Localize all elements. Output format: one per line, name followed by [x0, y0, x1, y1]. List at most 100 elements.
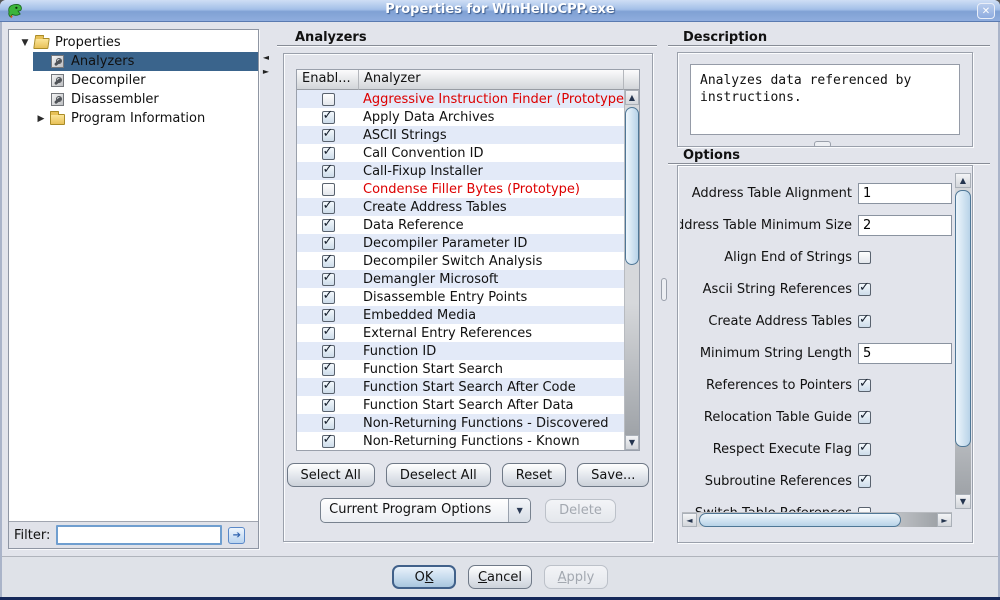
scroll-up-icon[interactable]: ▲	[625, 90, 639, 105]
tree-node[interactable]: ▶ Program Information	[9, 109, 258, 128]
reset-button[interactable]: Reset	[502, 463, 566, 487]
table-scroll-thumb[interactable]	[625, 107, 639, 265]
description-panel: Description Analyzes data referenced by …	[668, 30, 990, 147]
analyzer-row[interactable]: Disassemble Entry Points	[297, 288, 624, 306]
options-scroll-track[interactable]	[955, 188, 971, 494]
save-button[interactable]: Save...	[577, 463, 649, 487]
analyzer-row[interactable]: Demangler Microsoft	[297, 270, 624, 288]
analyzer-enabled-checkbox[interactable]	[322, 129, 335, 142]
tree-expanded-icon[interactable]: ▼	[17, 38, 33, 48]
filter-config-icon[interactable]: ➔	[228, 527, 245, 544]
analyzer-enabled-checkbox[interactable]	[322, 309, 335, 322]
analyzer-row[interactable]: Function ID	[297, 342, 624, 360]
analyzer-enabled-checkbox[interactable]	[322, 147, 335, 160]
analyzer-row[interactable]: Function Start Search After Code	[297, 378, 624, 396]
analyzer-row[interactable]: ASCII Strings	[297, 126, 624, 144]
analyzer-row[interactable]: Call-Fixup Installer	[297, 162, 624, 180]
analyzer-enabled-checkbox[interactable]	[322, 111, 335, 124]
close-icon[interactable]: ✕	[977, 3, 995, 19]
option-checkbox[interactable]	[858, 379, 871, 392]
tree-node[interactable]: ▼ Properties	[9, 33, 258, 52]
option-checkbox[interactable]	[858, 315, 871, 328]
analyzer-row[interactable]: Call Convention ID	[297, 144, 624, 162]
column-header-analyzer[interactable]: Analyzer	[359, 70, 624, 90]
analyzer-row[interactable]: Aggressive Instruction Finder (Prototype…	[297, 90, 624, 108]
analyzer-enabled-checkbox[interactable]	[322, 165, 335, 178]
tree-node[interactable]: Analyzers	[9, 52, 258, 71]
table-vertical-scrollbar[interactable]: ▲ ▼	[624, 90, 639, 450]
option-label: Create Address Tables	[708, 314, 852, 329]
tree-node[interactable]: Disassembler	[9, 90, 258, 109]
analyzer-enabled-checkbox[interactable]	[322, 399, 335, 412]
scroll-down-icon[interactable]: ▼	[955, 494, 971, 509]
analyzer-enabled-checkbox[interactable]	[322, 363, 335, 376]
analyzer-enabled-checkbox[interactable]	[322, 219, 335, 232]
analyzer-enabled-checkbox[interactable]	[322, 201, 335, 214]
analyzer-row[interactable]: External Entry References	[297, 324, 624, 342]
analyzer-enabled-checkbox[interactable]	[322, 183, 335, 196]
deselect-all-button[interactable]: Deselect All	[386, 463, 491, 487]
filter-input[interactable]	[56, 525, 222, 545]
option-checkbox[interactable]	[858, 251, 871, 264]
analyzer-enabled-checkbox[interactable]	[322, 291, 335, 304]
options-configuration-combobox[interactable]: Current Program Options ▼	[320, 498, 531, 523]
option-checkbox[interactable]	[858, 475, 871, 488]
window-edge-left	[0, 22, 2, 597]
options-horizontal-scrollbar[interactable]: ◄ ►	[682, 512, 952, 527]
scroll-up-icon[interactable]: ▲	[955, 173, 971, 188]
options-hscroll-track[interactable]	[697, 513, 937, 527]
analyzer-enabled-checkbox[interactable]	[322, 435, 335, 448]
option-input[interactable]	[858, 183, 952, 204]
option-label: Align End of Strings	[724, 250, 852, 265]
analyzer-enabled-checkbox[interactable]	[322, 273, 335, 286]
option-checkbox[interactable]	[858, 411, 871, 424]
select-all-button[interactable]: Select All	[287, 463, 375, 487]
analyzer-enabled-checkbox[interactable]	[322, 345, 335, 358]
analyzer-name: Function Start Search After Data	[359, 398, 624, 413]
analyzer-row[interactable]: Condense Filler Bytes (Prototype)	[297, 180, 624, 198]
ok-button[interactable]: OK	[392, 565, 456, 589]
analyzer-enabled-checkbox[interactable]	[322, 237, 335, 250]
option-checkbox[interactable]	[858, 283, 871, 296]
options-scroll-thumb[interactable]	[955, 190, 971, 447]
option-label: References to Pointers	[706, 378, 852, 393]
tree-collapsed-icon[interactable]: ▶	[33, 114, 49, 124]
analyzer-enabled-checkbox[interactable]	[322, 93, 335, 106]
analyzer-row[interactable]: Non-Returning Functions - Known	[297, 432, 624, 450]
options-hscroll-thumb[interactable]	[699, 513, 901, 527]
options-panel: Options Address Table Alignment Address …	[668, 148, 990, 544]
vertical-splitter-grip[interactable]	[661, 278, 667, 301]
analyzer-row[interactable]: Function Start Search After Data	[297, 396, 624, 414]
analyzer-enabled-checkbox[interactable]	[322, 381, 335, 394]
analyzer-name: Embedded Media	[359, 308, 624, 323]
analyzer-row[interactable]: Function Start Search	[297, 360, 624, 378]
analyzer-row[interactable]: Decompiler Parameter ID	[297, 234, 624, 252]
analyzer-row[interactable]: Embedded Media	[297, 306, 624, 324]
splitter-collapse-left-icon[interactable]: ◄	[260, 52, 272, 64]
scroll-down-icon[interactable]: ▼	[625, 435, 639, 450]
apply-button[interactable]: Apply	[544, 565, 608, 589]
analyzer-row[interactable]: Data Reference	[297, 216, 624, 234]
analyzer-row[interactable]: Create Address Tables	[297, 198, 624, 216]
analyzer-row[interactable]: Apply Data Archives	[297, 108, 624, 126]
analyzer-enabled-checkbox[interactable]	[322, 255, 335, 268]
analyzer-row[interactable]: Non-Returning Functions - Discovered	[297, 414, 624, 432]
delete-button[interactable]: Delete	[545, 499, 616, 523]
table-scroll-track[interactable]	[625, 105, 639, 435]
option-input[interactable]	[858, 343, 952, 364]
analyzer-row[interactable]: Decompiler Switch Analysis	[297, 252, 624, 270]
splitter-expand-right-icon[interactable]: ►	[260, 66, 272, 78]
cancel-button[interactable]: Cancel	[468, 565, 532, 589]
option-checkbox[interactable]	[858, 443, 871, 456]
scroll-left-icon[interactable]: ◄	[682, 513, 697, 527]
option-input[interactable]	[858, 215, 952, 236]
titlebar[interactable]: Properties for WinHelloCPP.exe ✕	[0, 0, 1000, 22]
analyzer-enabled-checkbox[interactable]	[322, 417, 335, 430]
options-vertical-scrollbar[interactable]: ▲ ▼	[955, 173, 971, 509]
tree-node[interactable]: Decompiler	[9, 71, 258, 90]
properties-dialog: Properties for WinHelloCPP.exe ✕ ▼ Prope…	[0, 0, 1000, 600]
options-panel-title: Options	[668, 148, 990, 164]
scroll-right-icon[interactable]: ►	[937, 513, 952, 527]
analyzer-enabled-checkbox[interactable]	[322, 327, 335, 340]
column-header-enabled[interactable]: Enabl...	[297, 70, 359, 90]
